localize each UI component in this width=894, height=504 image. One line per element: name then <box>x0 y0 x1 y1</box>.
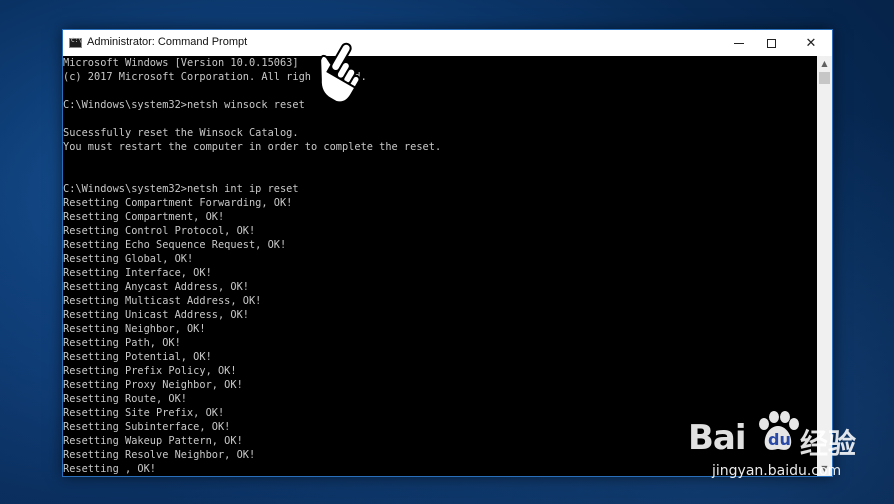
console-line: Resetting Site Prefix, OK! <box>63 407 225 419</box>
watermark-chinese: 经验 <box>800 427 857 460</box>
watermark-brand: Bai <box>688 418 747 458</box>
console-line: Resetting Global, OK! <box>63 253 194 265</box>
console-line: Resetting Resolve Neighbor, OK! <box>63 449 256 461</box>
console-line: Resetting Potential, OK! <box>63 351 212 363</box>
maximize-icon <box>766 38 776 48</box>
console-line: Sucessfully reset the Winsock Catalog. <box>63 127 299 139</box>
minimize-icon <box>734 42 744 44</box>
console-line: Resetting Prefix Policy, OK! <box>63 365 237 377</box>
console-line: Resetting Compartment Forwarding, OK! <box>63 197 293 209</box>
maximize-button[interactable] <box>751 30 791 56</box>
console-line: Resetting , OK! <box>63 463 156 475</box>
console-line: Resetting Multicast Address, OK! <box>63 295 262 307</box>
console-line: Resetting Interface, OK! <box>63 267 212 279</box>
console-line: Resetting Control Protocol, OK! <box>63 225 256 237</box>
watermark-url: jingyan.baidu.com <box>712 463 842 479</box>
title-bar[interactable]: Administrator: Command Prompt ✕ <box>63 30 832 56</box>
console-line: Microsoft Windows [Version 10.0.15063] <box>63 57 299 69</box>
console-line: Resetting Neighbor, OK! <box>63 323 206 335</box>
baidu-watermark: Bai du 经验 jingyan.baidu.com <box>688 408 888 498</box>
console-line: C:\Windows\system32>netsh int ip reset <box>63 183 299 195</box>
console-line: Resetting Echo Sequence Request, OK! <box>63 239 287 251</box>
console-line: C:\Windows\system32>netsh winsock reset <box>63 99 305 111</box>
close-button[interactable]: ✕ <box>791 30 831 56</box>
hand-pointer-icon <box>319 42 361 104</box>
window-title: Administrator: Command Prompt <box>87 36 248 48</box>
console-line: Resetting Compartment, OK! <box>63 211 225 223</box>
console-line: Resetting Anycast Address, OK! <box>63 281 249 293</box>
scroll-thumb[interactable] <box>819 72 830 84</box>
close-icon: ✕ <box>805 35 817 51</box>
console-line: Resetting Unicast Address, OK! <box>63 309 249 321</box>
watermark-paw-text: du <box>768 430 791 449</box>
console-line: Resetting Proxy Neighbor, OK! <box>63 379 243 391</box>
scroll-up-icon[interactable]: ▲ <box>817 56 832 71</box>
cmd-app-icon[interactable] <box>69 37 82 48</box>
console-line: Resetting Subinterface, OK! <box>63 421 231 433</box>
console-line: Resetting Wakeup Pattern, OK! <box>63 435 243 447</box>
console-line: Resetting Path, OK! <box>63 337 181 349</box>
console-line: Resetting Route, OK! <box>63 393 187 405</box>
console-line: You must restart the computer in order t… <box>63 141 442 153</box>
